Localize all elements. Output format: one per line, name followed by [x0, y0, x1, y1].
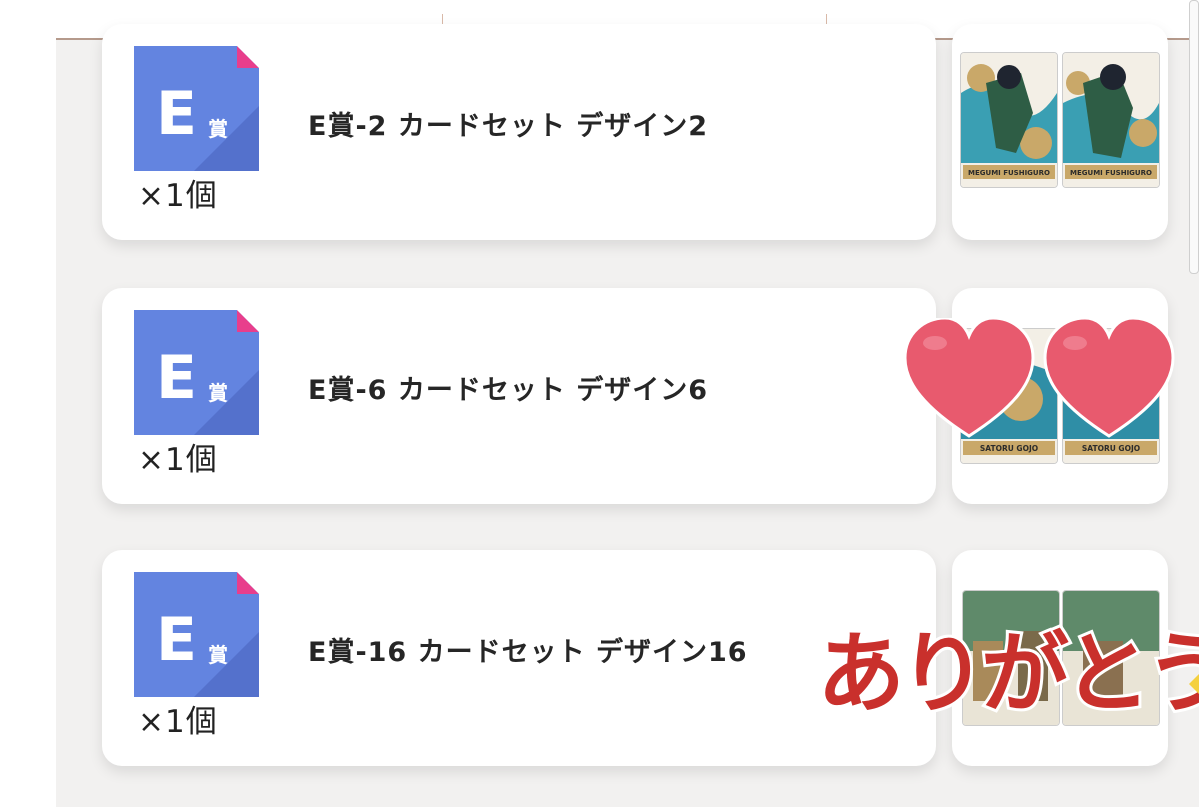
prize-item[interactable]: E 賞 ×1個 E賞-2 カードセット デザイン2 — [102, 24, 936, 240]
card-caption: MEGUMI FUSHIGURO — [1070, 169, 1152, 177]
e-prize-badge-icon: E 賞 — [134, 572, 259, 697]
item-name: E賞-16 カードセット デザイン16 — [308, 637, 748, 668]
item-name: E賞-6 カードセット デザイン6 — [308, 375, 709, 406]
sticker-text: ありがとう — [817, 622, 1199, 725]
badge-letter: E — [156, 343, 197, 413]
thank-you-sticker: ありがとう — [814, 619, 1199, 726]
scrollbar[interactable] — [1189, 0, 1199, 274]
e-prize-badge-icon: E 賞 — [134, 46, 259, 171]
card-caption: MEGUMI FUSHIGURO — [968, 169, 1050, 177]
item-quantity: ×1個 — [138, 178, 218, 214]
prize-item[interactable]: E 賞 ×1個 E賞-16 カードセット デザイン16 — [102, 550, 936, 766]
page: E 賞 ×1個 E賞-2 カードセット デザイン2 MEGUMI FUSHIGU… — [0, 0, 1199, 807]
e-prize-badge-icon: E 賞 — [134, 310, 259, 435]
tab-divider — [442, 14, 443, 24]
badge-kanji: 賞 — [208, 117, 228, 141]
badge-kanji: 賞 — [208, 381, 228, 405]
item-name: E賞-2 カードセット デザイン2 — [308, 111, 709, 142]
prize-item[interactable]: E 賞 ×1個 E賞-6 カードセット デザイン6 — [102, 288, 936, 504]
item-thumbnail[interactable]: MEGUMI FUSHIGURO MEGUMI FUSHIGURO — [952, 24, 1168, 240]
item-quantity: ×1個 — [138, 442, 218, 478]
card-image: MEGUMI FUSHIGURO — [1062, 52, 1160, 188]
heart-icon — [905, 318, 1035, 438]
badge-letter: E — [156, 605, 197, 675]
card-image: MEGUMI FUSHIGURO — [960, 52, 1058, 188]
badge-kanji: 賞 — [208, 643, 228, 667]
tab-divider — [826, 14, 827, 24]
heart-icon — [1043, 318, 1175, 438]
item-quantity: ×1個 — [138, 704, 218, 740]
badge-letter: E — [156, 79, 197, 149]
heart-stickers — [905, 318, 1175, 438]
